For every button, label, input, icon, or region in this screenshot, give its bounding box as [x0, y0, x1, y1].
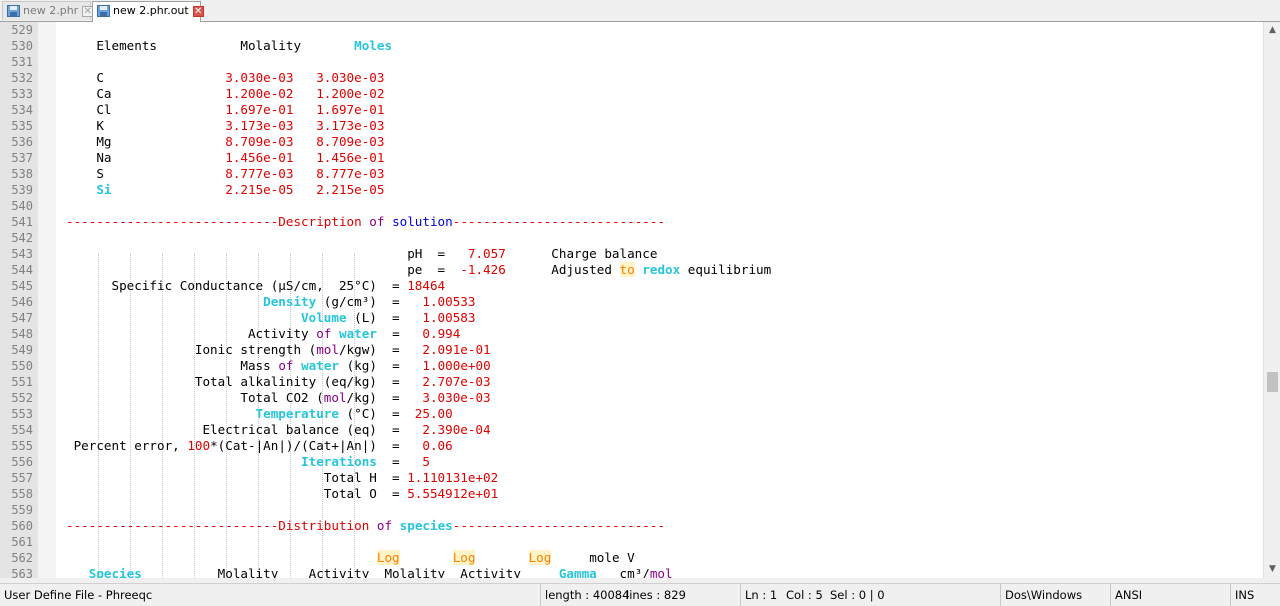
line-number-gutter: 529 530 531 532 533 534 535 536 537 538 539 540 541 5… [0, 22, 39, 578]
code-line[interactable]: ----------------------------Description … [66, 214, 665, 230]
line-number: 544 [11, 263, 33, 277]
fold-margin[interactable] [38, 22, 56, 578]
line-number: 534 [11, 103, 33, 117]
status-insert-mode[interactable]: INS [1230, 584, 1280, 606]
vertical-scrollbar[interactable]: ▲ ▼ [1263, 22, 1280, 578]
line-number: 548 [11, 327, 33, 341]
line-number: 559 [11, 503, 33, 517]
close-tab-icon[interactable]: ✕ [192, 5, 204, 17]
line-number: 551 [11, 375, 33, 389]
editor-text-area[interactable]: Elements Molality Moles C 3.030e-03 3.03… [58, 22, 1258, 578]
line-number: 545 [11, 279, 33, 293]
code-line[interactable]: C 3.030e-03 3.030e-03 [66, 70, 384, 86]
status-selection: Sel : 0 | 0 [830, 588, 885, 602]
save-disk-icon [7, 5, 20, 17]
code-line[interactable]: Total O = 5.554912e+01 [66, 486, 498, 502]
scroll-down-arrow-icon[interactable]: ▼ [1264, 561, 1280, 578]
text-editor[interactable]: 529 530 531 532 533 534 535 536 537 538 539 540 541 5… [0, 22, 1280, 578]
code-line[interactable]: Log Log Log mole V [66, 550, 635, 566]
line-number: 539 [11, 183, 33, 197]
code-line[interactable]: Ca 1.200e-02 1.200e-02 [66, 86, 384, 102]
line-number: 546 [11, 295, 33, 309]
tab-label: new 2.phr.out [113, 4, 189, 17]
line-number: 560 [11, 519, 33, 533]
tab-new-2-phr[interactable]: new 2.phr ✕ [2, 1, 94, 20]
code-line[interactable]: Electrical balance (eq) = 2.390e-04 [66, 422, 490, 438]
code-line[interactable]: S 8.777e-03 8.777e-03 [66, 166, 384, 182]
code-line[interactable]: Ionic strength (mol/kgw) = 2.091e-01 [66, 342, 491, 358]
status-length: length : 40084 [540, 584, 629, 606]
code-line[interactable]: Total CO2 (mol/kg) = 3.030e-03 [66, 390, 490, 406]
code-line[interactable]: Density (g/cm³) = 1.00533 [66, 294, 475, 310]
code-line[interactable]: Mg 8.709e-03 8.709e-03 [66, 134, 384, 150]
line-number: 562 [11, 551, 33, 565]
tab-bar: new 2.phr ✕ new 2.phr.out ✕ [0, 0, 1280, 22]
code-line[interactable]: Mass of water (kg) = 1.000e+00 [66, 358, 490, 374]
line-number: 543 [11, 247, 33, 261]
code-line[interactable]: Temperature (°C) = 25.00 [66, 406, 453, 422]
code-line[interactable]: Si 2.215e-05 2.215e-05 [66, 182, 384, 198]
code-line[interactable]: Total alkalinity (eq/kg) = 2.707e-03 [66, 374, 491, 390]
save-disk-icon [97, 5, 110, 17]
line-number: 563 [11, 567, 33, 578]
line-number: 552 [11, 391, 33, 405]
scrollbar-thumb[interactable] [1267, 372, 1278, 392]
line-number: 561 [11, 535, 33, 549]
tab-label: new 2.phr [23, 4, 79, 17]
line-number: 535 [11, 119, 33, 133]
status-bar: User Define File - Phreeqc length : 4008… [0, 583, 1280, 606]
code-line[interactable]: Specific Conductance (µS/cm, 25°C) = 184… [66, 278, 445, 294]
line-number: 537 [11, 151, 33, 165]
code-line[interactable]: Volume (L) = 1.00583 [66, 310, 475, 326]
line-number: 556 [11, 455, 33, 469]
line-number: 550 [11, 359, 33, 373]
code-line[interactable]: Species Molality Activity Molality Activ… [66, 566, 673, 578]
line-number: 529 [11, 23, 33, 37]
code-line[interactable]: Total H = 1.110131e+02 [66, 470, 498, 486]
line-number: 547 [11, 311, 33, 325]
code-line[interactable]: pH = 7.057 Charge balance [66, 246, 657, 262]
code-line[interactable]: Elements Molality Moles [66, 38, 392, 54]
scroll-up-arrow-icon[interactable]: ▲ [1264, 22, 1280, 39]
code-line[interactable]: Na 1.456e-01 1.456e-01 [66, 150, 384, 166]
line-number: 542 [11, 231, 33, 245]
status-lines: lines : 829 [626, 588, 686, 602]
line-number: 557 [11, 471, 33, 485]
tab-new-2-phr-out[interactable]: new 2.phr.out ✕ [92, 1, 204, 22]
line-number: 558 [11, 487, 33, 501]
code-line[interactable]: Cl 1.697e-01 1.697e-01 [66, 102, 384, 118]
status-column: Col : 5 [786, 588, 823, 602]
line-number: 533 [11, 87, 33, 101]
status-file-type: User Define File - Phreeqc [4, 588, 153, 602]
line-number: 554 [11, 423, 33, 437]
line-number: 555 [11, 439, 33, 453]
line-number: 538 [11, 167, 33, 181]
code-line[interactable]: Activity of water = 0.994 [66, 326, 460, 342]
line-number: 530 [11, 39, 33, 53]
line-number: 540 [11, 199, 33, 213]
line-number: 549 [11, 343, 33, 357]
line-number: 536 [11, 135, 33, 149]
code-line[interactable]: K 3.173e-03 3.173e-03 [66, 118, 384, 134]
status-line-number: Ln : 1 [740, 584, 782, 606]
code-line[interactable]: Iterations = 5 [66, 454, 430, 470]
code-line[interactable]: Percent error, 100*(Cat-|An|)/(Cat+|An|)… [66, 438, 453, 454]
line-number: 541 [11, 215, 33, 229]
code-line[interactable]: ----------------------------Distribution… [66, 518, 665, 534]
line-number: 553 [11, 407, 33, 421]
line-number: 531 [11, 55, 33, 69]
status-eol-format[interactable]: Dos\Windows [1000, 584, 1110, 606]
status-encoding[interactable]: ANSI [1110, 584, 1230, 606]
line-number: 532 [11, 71, 33, 85]
code-line[interactable]: pe = -1.426 Adjusted to redox equilibriu… [66, 262, 771, 278]
